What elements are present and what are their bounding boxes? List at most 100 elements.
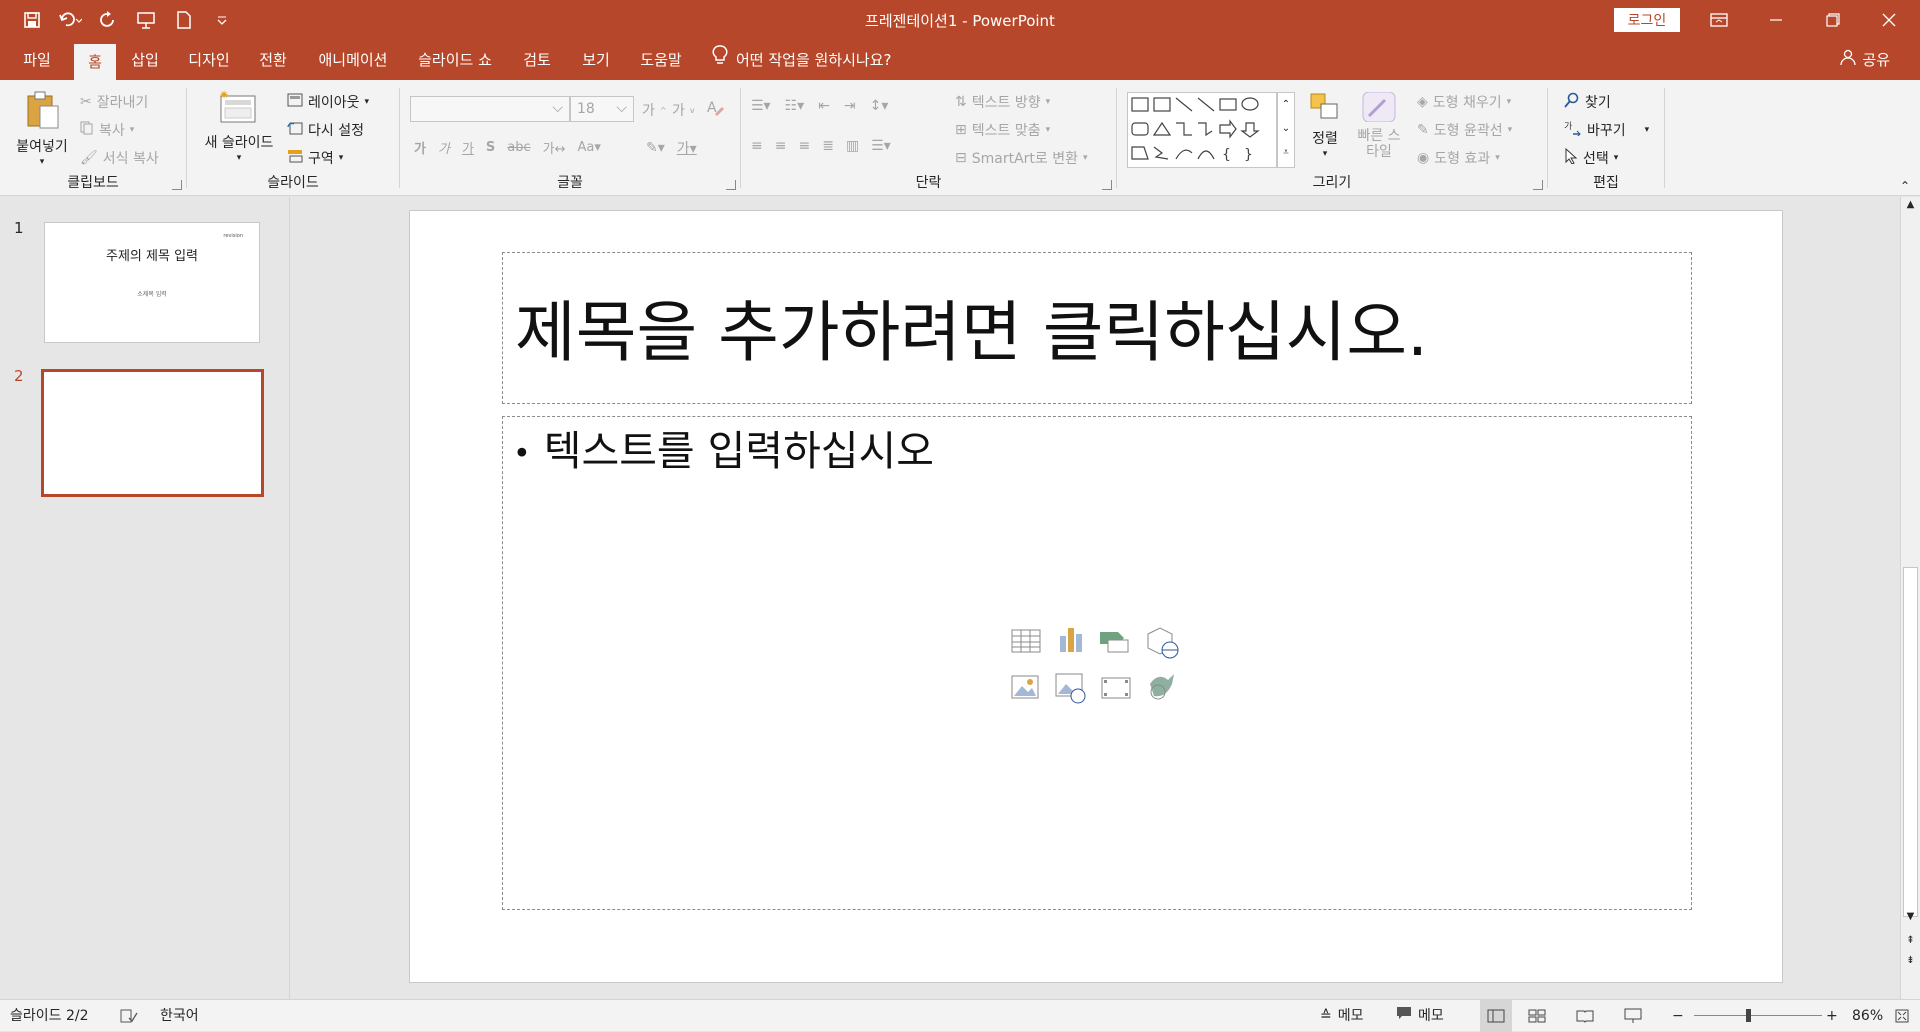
tab-design[interactable]: 디자인 xyxy=(180,40,238,80)
insert-online-picture-icon[interactable] xyxy=(1055,673,1086,704)
shape-outline-button[interactable]: ✎ 도형 윤곽선 ▾ xyxy=(1417,120,1512,140)
zoom-in-icon[interactable]: + xyxy=(1826,1000,1838,1032)
font-size-dropdown[interactable]: 18 ⌵ xyxy=(570,96,634,122)
insert-smartart-icon[interactable] xyxy=(1100,632,1129,653)
shape-effects-button[interactable]: ◉ 도형 효과 ▾ xyxy=(1417,148,1500,168)
insert-chart-icon[interactable] xyxy=(1060,628,1082,652)
tab-transitions[interactable]: 전환 xyxy=(250,40,296,80)
text-direction-button[interactable]: ⇅ 텍스트 방향 ▾ xyxy=(955,92,1050,112)
insert-table-icon[interactable] xyxy=(1011,629,1041,653)
shapes-gallery-scroll[interactable]: ⌃ ⌄ ⩡ xyxy=(1277,92,1295,168)
collapse-ribbon-icon[interactable]: ⌃ xyxy=(1900,179,1910,193)
reset-button[interactable]: 다시 설정 xyxy=(287,120,364,140)
tell-me-box[interactable]: 어떤 작업을 원하시나요? xyxy=(712,40,892,80)
tab-review[interactable]: 검토 xyxy=(515,40,559,80)
scroll-up-icon[interactable]: ⌃ xyxy=(1278,93,1294,117)
share-button[interactable]: 공유 xyxy=(1840,40,1890,80)
notes-button[interactable]: ≙ 메모 xyxy=(1320,1000,1364,1032)
scroll-down-icon[interactable]: ▼ xyxy=(1901,911,1920,922)
find-button[interactable]: 찾기 xyxy=(1564,92,1611,112)
shapes-gallery[interactable]: {} xyxy=(1127,92,1277,168)
minimize-icon[interactable] xyxy=(1749,0,1803,40)
quick-styles-button[interactable]: 빠른 스타일 xyxy=(1353,91,1405,160)
clear-formatting-icon[interactable]: A xyxy=(706,98,724,116)
zoom-slider[interactable] xyxy=(1694,1000,1822,1032)
italic-icon[interactable]: 가 xyxy=(438,138,450,157)
cut-button[interactable]: ✂ 잘라내기 xyxy=(80,92,148,112)
arrange-button[interactable]: 정렬 ▾ xyxy=(1303,92,1347,159)
smartart-button[interactable]: ⊟ SmartArt로 변환 ▾ xyxy=(955,148,1088,168)
reading-view-icon[interactable] xyxy=(1576,1000,1594,1032)
increase-indent-icon[interactable]: ⇥ xyxy=(844,98,856,114)
align-right-icon[interactable]: ≡ xyxy=(798,138,810,154)
tab-file[interactable]: 파일 xyxy=(10,40,64,80)
insert-3d-model-icon[interactable] xyxy=(1147,627,1179,659)
content-placeholder[interactable]: • 텍스트를 입력하십시오 xyxy=(502,416,1692,910)
decrease-indent-icon[interactable]: ⇤ xyxy=(818,98,830,114)
layout-button[interactable]: 레이아웃 ▾ xyxy=(287,92,369,112)
dialog-launcher-icon[interactable] xyxy=(1533,180,1543,190)
scroll-down-icon[interactable]: ⌄ xyxy=(1278,117,1294,141)
zoom-slider-thumb[interactable] xyxy=(1746,1009,1751,1022)
dialog-launcher-icon[interactable] xyxy=(172,180,182,190)
zoom-out-icon[interactable]: − xyxy=(1672,1000,1684,1032)
format-painter-button[interactable]: 🖌 서식 복사 xyxy=(80,148,159,168)
select-button[interactable]: 선택 ▾ xyxy=(1564,147,1618,168)
columns-icon[interactable]: ▥ xyxy=(846,138,859,154)
scroll-up-icon[interactable]: ▲ xyxy=(1901,199,1920,210)
tab-help[interactable]: 도움말 xyxy=(632,40,690,80)
comments-button[interactable]: 메모 xyxy=(1396,1000,1444,1032)
dialog-launcher-icon[interactable] xyxy=(726,180,736,190)
bold-icon[interactable]: 가 xyxy=(414,138,426,157)
font-color-icon[interactable]: 가▾ xyxy=(677,138,697,158)
change-case-icon[interactable]: Aa▾ xyxy=(578,140,601,155)
spell-check-icon[interactable] xyxy=(120,1000,138,1032)
restore-icon[interactable] xyxy=(1806,0,1860,40)
justify-icon[interactable]: ≣ xyxy=(822,138,834,154)
insert-picture-icon[interactable] xyxy=(1011,675,1039,699)
new-slide-button[interactable]: ✷ 새 슬라이드 ▾ xyxy=(199,88,279,163)
tab-animations[interactable]: 애니메이션 xyxy=(308,40,398,80)
slide-thumbnail-2[interactable] xyxy=(41,369,264,497)
next-slide-icon[interactable]: ⇟ xyxy=(1901,955,1920,966)
title-placeholder[interactable]: 제목을 추가하려면 클릭하십시오. xyxy=(502,252,1692,404)
align-center-icon[interactable]: ≡ xyxy=(775,138,787,154)
align-left-icon[interactable]: ≡ xyxy=(751,138,763,154)
tab-view[interactable]: 보기 xyxy=(574,40,618,80)
tab-insert[interactable]: 삽입 xyxy=(124,40,166,80)
insert-video-icon[interactable] xyxy=(1101,677,1131,699)
shadow-icon[interactable]: S xyxy=(486,140,495,155)
insert-icons-icon[interactable] xyxy=(1150,674,1174,700)
slide-thumbnail-1[interactable]: 주제의 제목 입력 소제목 입력 revision xyxy=(44,222,260,343)
language-indicator[interactable]: 한국어 xyxy=(160,1000,199,1032)
column-options-icon[interactable]: ☰▾ xyxy=(871,138,891,154)
ribbon-display-options-icon[interactable] xyxy=(1692,0,1746,40)
slide-canvas[interactable]: 제목을 추가하려면 클릭하십시오. • 텍스트를 입력하십시오 xyxy=(409,210,1783,983)
vertical-scrollbar[interactable]: ▲ ▼ ⇞ ⇟ xyxy=(1900,197,1920,999)
character-spacing-icon[interactable]: 가↔ xyxy=(543,138,566,157)
slideshow-view-icon[interactable] xyxy=(1624,1000,1642,1032)
more-icon[interactable]: ⩡ xyxy=(1278,141,1294,165)
copy-button[interactable]: 복사 ▾ xyxy=(80,120,134,140)
scrollbar-thumb[interactable] xyxy=(1903,567,1918,917)
section-button[interactable]: 구역 ▾ xyxy=(287,148,343,168)
numbering-icon[interactable]: ☷▾ xyxy=(785,98,805,114)
paste-button[interactable]: 붙여넣기 ▾ xyxy=(10,90,74,167)
slide-sorter-icon[interactable] xyxy=(1528,1000,1546,1032)
shape-fill-button[interactable]: ◈ 도형 채우기 ▾ xyxy=(1417,92,1511,112)
dialog-launcher-icon[interactable] xyxy=(1102,180,1112,190)
line-spacing-icon[interactable]: ↕▾ xyxy=(870,98,889,114)
bullets-icon[interactable]: ☰▾ xyxy=(751,98,771,114)
align-text-button[interactable]: ⊞ 텍스트 맞춤 ▾ xyxy=(955,120,1050,140)
font-name-dropdown[interactable]: ⌵ xyxy=(410,96,570,122)
highlight-icon[interactable]: ✎▾ xyxy=(646,140,665,156)
zoom-level[interactable]: 86% xyxy=(1852,1000,1883,1032)
underline-icon[interactable]: 가 xyxy=(462,138,474,157)
close-icon[interactable] xyxy=(1862,0,1916,40)
tab-home[interactable]: 홈 xyxy=(74,44,116,80)
login-button[interactable]: 로그인 xyxy=(1614,8,1680,32)
strikethrough-icon[interactable]: abc xyxy=(507,140,530,155)
normal-view-icon[interactable] xyxy=(1480,1000,1512,1032)
shrink-font-icon[interactable]: 가v xyxy=(672,100,695,120)
replace-button[interactable]: 가 바꾸기 ▾ xyxy=(1564,120,1649,140)
